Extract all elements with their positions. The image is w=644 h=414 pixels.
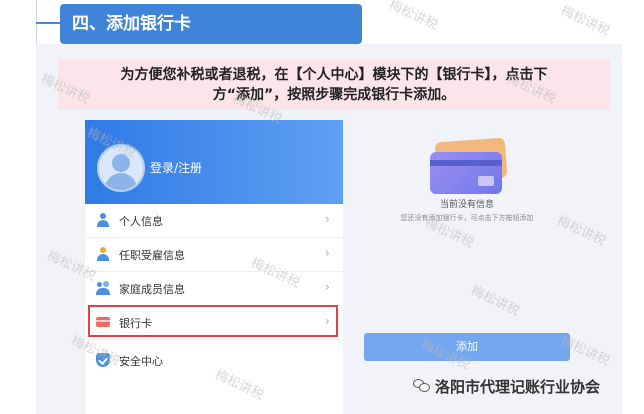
menu-item-label: 个人信息 <box>119 215 163 228</box>
footer-brand-text: 洛阳市代理记账行业协会 <box>435 378 601 396</box>
card-chip-shape <box>478 176 494 186</box>
chevron-right-icon: › <box>325 280 330 294</box>
bank-card-highlight-box <box>88 305 338 337</box>
menu-item-label: 任职受雇信息 <box>119 249 185 262</box>
section-title: 四、添加银行卡 <box>60 4 362 44</box>
menu-item-employment-info[interactable]: 任职受雇信息 › <box>85 238 343 271</box>
login-banner[interactable]: 登录/注册 <box>85 120 343 204</box>
card-stripe-shape <box>430 160 502 166</box>
watermark: 梅松讲税 <box>386 0 440 34</box>
chevron-right-icon: › <box>325 212 330 226</box>
menu-item-family-info[interactable]: 家庭成员信息 › <box>85 272 343 305</box>
divider <box>85 339 343 340</box>
menu-item-personal-info[interactable]: 个人信息 › <box>85 204 343 237</box>
empty-state-hint: 您还没有添加银行卡，可点击下方按钮添加 <box>400 214 534 222</box>
menu-item-label: 安全中心 <box>119 355 163 368</box>
login-register-link[interactable]: 登录/注册 <box>150 159 202 176</box>
menu-item-label: 家庭成员信息 <box>119 283 185 296</box>
empty-state-title: 当前没有信息 <box>439 200 494 210</box>
chevron-right-icon: › <box>325 246 330 260</box>
avatar-body-shape <box>105 173 137 190</box>
wechat-icon <box>413 379 431 393</box>
card-front-shape <box>430 152 502 194</box>
employment-icon <box>96 247 110 261</box>
watermark: 梅松讲税 <box>558 3 612 40</box>
personal-center-panel: 登录/注册 个人信息 › 任职受雇信息 › 家庭成员信息 › 银行卡 › 安全中… <box>85 120 343 414</box>
menu-item-security-center[interactable]: 安全中心 <box>85 344 343 377</box>
header-connector <box>36 22 60 24</box>
person-icon <box>96 213 110 227</box>
family-icon <box>96 281 110 295</box>
bank-cards-illustration-icon <box>430 137 508 194</box>
